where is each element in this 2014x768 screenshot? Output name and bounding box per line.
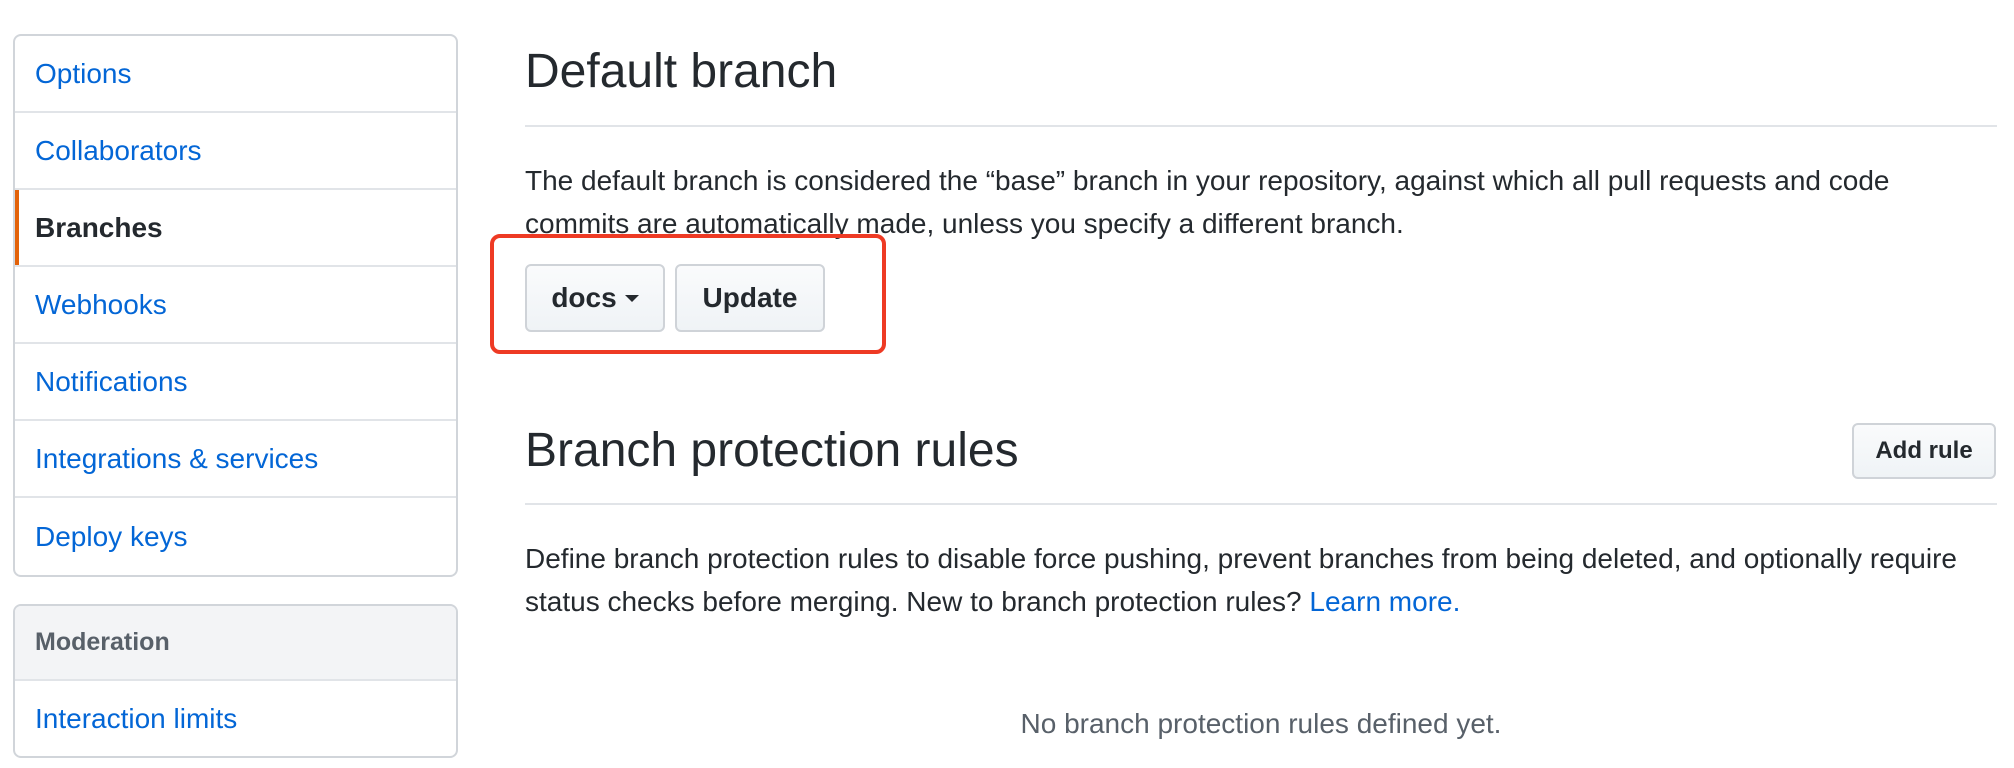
learn-more-link[interactable]: Learn more. bbox=[1309, 586, 1460, 617]
add-rule-button[interactable]: Add rule bbox=[1852, 423, 1996, 479]
branch-protection-title: Branch protection rules bbox=[525, 424, 1019, 477]
sidebar-item-collaborators[interactable]: Collaborators bbox=[15, 113, 456, 190]
branch-select-label: docs bbox=[551, 282, 617, 313]
moderation-heading: Moderation bbox=[15, 606, 456, 681]
branch-protection-text: Define branch protection rules to disabl… bbox=[525, 543, 1957, 617]
branch-protection-description: Define branch protection rules to disabl… bbox=[525, 537, 1997, 623]
branch-select-button[interactable]: docs bbox=[525, 264, 665, 332]
moderation-menu: Moderation Interaction limits bbox=[13, 604, 458, 758]
sidebar-item-webhooks[interactable]: Webhooks bbox=[15, 267, 456, 344]
default-branch-title: Default branch bbox=[525, 45, 838, 98]
sidebar-item-interaction-limits[interactable]: Interaction limits bbox=[15, 681, 456, 756]
update-button[interactable]: Update bbox=[675, 264, 825, 332]
default-branch-description: The default branch is considered the “ba… bbox=[525, 165, 1890, 239]
empty-state-message: No branch protection rules defined yet. bbox=[1020, 708, 1502, 739]
chevron-down-icon bbox=[624, 294, 639, 302]
sidebar-item-options[interactable]: Options bbox=[15, 36, 456, 113]
branch-protection-header: Branch protection rules bbox=[525, 414, 1997, 505]
settings-menu: Options Collaborators Branches Webhooks … bbox=[13, 34, 458, 577]
sidebar-item-integrations[interactable]: Integrations & services bbox=[15, 421, 456, 498]
default-branch-header: Default branch bbox=[525, 0, 1997, 127]
sidebar-item-branches[interactable]: Branches bbox=[15, 190, 456, 267]
sidebar-item-deploy-keys[interactable]: Deploy keys bbox=[15, 498, 456, 575]
sidebar-item-notifications[interactable]: Notifications bbox=[15, 344, 456, 421]
